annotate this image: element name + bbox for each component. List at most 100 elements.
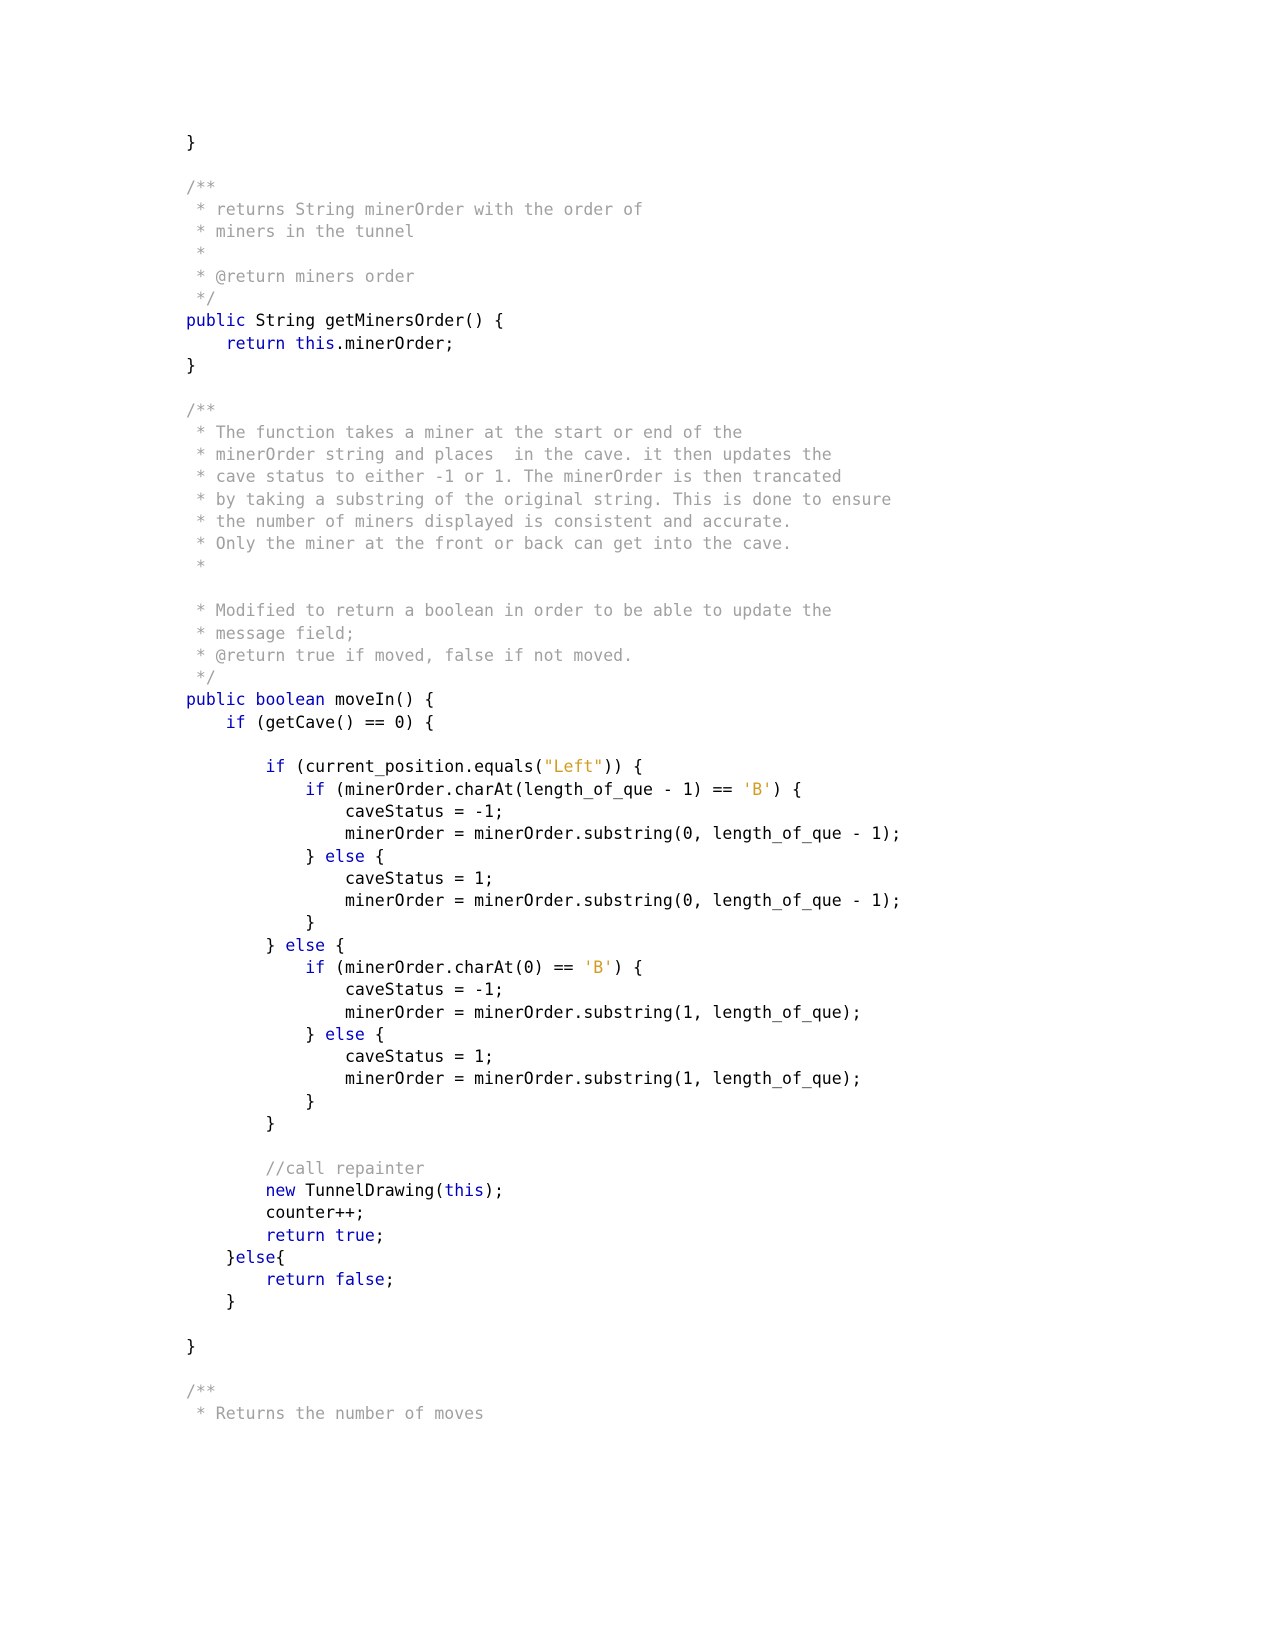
code-token-kw: public	[186, 311, 246, 331]
code-token-kw: else	[325, 1024, 365, 1044]
code-token-kw: if	[265, 757, 286, 777]
code-line: */	[186, 667, 1186, 689]
code-line: * Modified to return a boolean in order …	[186, 600, 1186, 622]
code-line: public boolean moveIn() {	[186, 689, 1186, 711]
code-token-pl: }	[186, 133, 196, 152]
code-line: return this.minerOrder;	[186, 333, 1186, 355]
code-token-pl: ;	[374, 1225, 385, 1245]
code-token-pl: (minerOrder.charAt(0) ==	[325, 957, 584, 977]
code-line: minerOrder = minerOrder.substring(1, len…	[186, 1002, 1186, 1024]
code-token-cm: * Only the miner at the front or back ca…	[186, 534, 792, 554]
code-token-pl: }	[186, 913, 316, 933]
code-token-pl: }	[186, 1114, 276, 1134]
code-token-kw: this	[295, 333, 336, 353]
code-token-kw: true	[335, 1225, 375, 1245]
code-token-pl: .minerOrder;	[335, 333, 455, 353]
code-line: if (minerOrder.charAt(0) == 'B') {	[186, 957, 1186, 979]
code-line: counter++;	[186, 1202, 1186, 1224]
code-token-pl: }	[186, 1024, 326, 1044]
code-token-pl: }	[186, 846, 326, 866]
code-token-pl: {	[275, 1247, 286, 1267]
code-token-pl: ;	[384, 1270, 395, 1290]
document-page: } /** * returns String minerOrder with t…	[0, 0, 1275, 1651]
code-token-cm: *	[186, 244, 206, 264]
code-line: if (getCave() == 0) {	[186, 712, 1186, 734]
code-line: }	[186, 1091, 1186, 1113]
code-token-cm: * minerOrder string and places in the ca…	[186, 445, 832, 465]
code-line: }	[186, 355, 1186, 377]
code-token-pl: {	[364, 846, 385, 866]
code-line: * message field;	[186, 623, 1186, 645]
code-token-str: 'B'	[583, 957, 614, 977]
code-line: caveStatus = -1;	[186, 979, 1186, 1001]
code-line: * The function takes a miner at the star…	[186, 422, 1186, 444]
code-token-kw: else	[235, 1247, 276, 1267]
code-token-cm: * Returns the number of moves	[186, 1403, 485, 1423]
code-line: minerOrder = minerOrder.substring(0, len…	[186, 890, 1186, 912]
code-line: /**	[186, 177, 1186, 199]
code-token-pl: {	[325, 935, 345, 955]
code-token-pl: }	[186, 1292, 236, 1312]
code-token-pl: caveStatus = -1;	[186, 980, 504, 1000]
code-token-pl: (minerOrder.charAt(length_of_que - 1) ==	[325, 779, 743, 799]
code-token-pl: (getCave() == 0) {	[245, 712, 435, 732]
code-line: * Returns the number of moves	[186, 1403, 1186, 1425]
code-line: public String getMinersOrder() {	[186, 310, 1186, 332]
code-token-pl: ) {	[772, 779, 802, 799]
code-token-cm: * The function takes a miner at the star…	[186, 422, 743, 442]
code-token-kw: if	[305, 957, 326, 977]
code-token-str: 'B'	[742, 779, 773, 799]
code-token-cm: /**	[186, 177, 216, 197]
code-line: //call repainter	[186, 1158, 1186, 1180]
code-token-pl: caveStatus = 1;	[186, 868, 494, 888]
code-token-pl: }	[186, 1247, 236, 1267]
code-token-pl: counter++;	[186, 1203, 365, 1223]
code-token-pl: minerOrder = minerOrder.substring(0, len…	[186, 824, 902, 844]
code-line: minerOrder = minerOrder.substring(1, len…	[186, 1068, 1186, 1090]
code-token-pl: {	[364, 1024, 385, 1044]
code-token-kw: this	[444, 1180, 485, 1200]
code-token-pl: }	[186, 355, 196, 375]
code-token-pl: caveStatus = -1;	[186, 801, 504, 821]
code-token-cm: /**	[186, 400, 216, 420]
code-line: * @return miners order	[186, 266, 1186, 288]
code-token-cm: * @return true if moved, false if not mo…	[186, 645, 634, 665]
code-token-pl: (current_position.equals(	[285, 757, 544, 777]
code-token-pl: caveStatus = 1;	[186, 1047, 494, 1067]
code-line: return false;	[186, 1269, 1186, 1291]
code-token-pl: minerOrder = minerOrder.substring(0, len…	[186, 891, 902, 911]
code-token-kw: return	[225, 333, 286, 353]
code-line: */	[186, 288, 1186, 310]
code-line: } else {	[186, 846, 1186, 868]
code-line: }	[186, 1113, 1186, 1135]
code-token-pl: TunnelDrawing(	[295, 1180, 445, 1200]
code-line: *	[186, 243, 1186, 265]
code-line: /**	[186, 1381, 1186, 1403]
code-token-pl: minerOrder = minerOrder.substring(1, len…	[186, 1069, 862, 1089]
code-token-kw: new	[265, 1180, 296, 1200]
code-token-pl: minerOrder = minerOrder.substring(1, len…	[186, 1002, 862, 1022]
code-token-kw: boolean	[255, 690, 326, 710]
code-line: * @return true if moved, false if not mo…	[186, 645, 1186, 667]
code-token-cm: */	[186, 289, 216, 309]
code-line: * cave status to either -1 or 1. The min…	[186, 466, 1186, 488]
java-code-listing: } /** * returns String minerOrder with t…	[186, 132, 1186, 1425]
code-line: * the number of miners displayed is cons…	[186, 511, 1186, 533]
code-token-kw: if	[305, 779, 326, 799]
code-line: } else {	[186, 1024, 1186, 1046]
code-line: }	[186, 132, 1186, 154]
code-line: *	[186, 556, 1186, 578]
